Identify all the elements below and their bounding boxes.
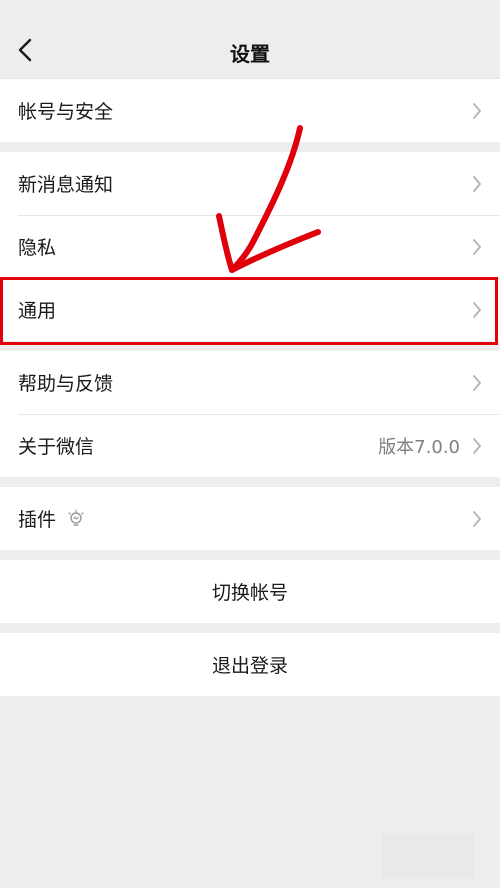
chevron-right-icon — [473, 175, 481, 192]
group-switch-account: 切换帐号 — [0, 560, 500, 623]
menu-item-label: 帮助与反馈 — [18, 373, 114, 395]
logout-label: 退出登录 — [211, 655, 288, 677]
menu-item-privacy[interactable]: 隐私 — [0, 215, 500, 278]
group-logout: 退出登录 — [0, 633, 500, 696]
navigation-bar: 设置 — [0, 0, 500, 79]
menu-item-new-message-notification[interactable]: 新消息通知 — [0, 152, 500, 215]
group-plugins: 插件 — [0, 487, 500, 550]
switch-account-button[interactable]: 切换帐号 — [0, 560, 500, 623]
chevron-right-icon — [473, 437, 481, 454]
menu-item-general[interactable]: 通用 — [0, 278, 500, 341]
menu-item-label: 隐私 — [18, 237, 57, 259]
menu-item-help-feedback[interactable]: 帮助与反馈 — [0, 351, 500, 414]
menu-item-label: 插件 — [18, 509, 57, 531]
group-help: 帮助与反馈 关于微信 版本7.0.0 — [0, 351, 500, 477]
blurred-watermark — [382, 834, 474, 878]
menu-item-label: 关于微信 — [18, 436, 95, 458]
chevron-right-icon — [473, 510, 481, 527]
page-title: 设置 — [230, 42, 270, 66]
group-account: 帐号与安全 — [0, 79, 500, 142]
group-notifications: 新消息通知 隐私 通用 — [0, 152, 500, 341]
logout-button[interactable]: 退出登录 — [0, 633, 500, 696]
chevron-right-icon — [473, 238, 481, 255]
menu-item-plugins[interactable]: 插件 — [0, 487, 500, 550]
version-value: 版本7.0.0 — [378, 436, 460, 458]
bulb-icon — [68, 508, 84, 526]
chevron-right-icon — [473, 301, 481, 318]
menu-item-label: 帐号与安全 — [18, 101, 114, 123]
menu-item-about-wechat[interactable]: 关于微信 版本7.0.0 — [0, 414, 500, 477]
menu-item-account-security[interactable]: 帐号与安全 — [0, 79, 500, 142]
menu-item-label: 新消息通知 — [18, 174, 114, 196]
chevron-right-icon — [473, 374, 481, 391]
switch-account-label: 切换帐号 — [211, 582, 288, 604]
chevron-right-icon — [473, 102, 481, 119]
menu-item-label: 通用 — [18, 300, 57, 322]
